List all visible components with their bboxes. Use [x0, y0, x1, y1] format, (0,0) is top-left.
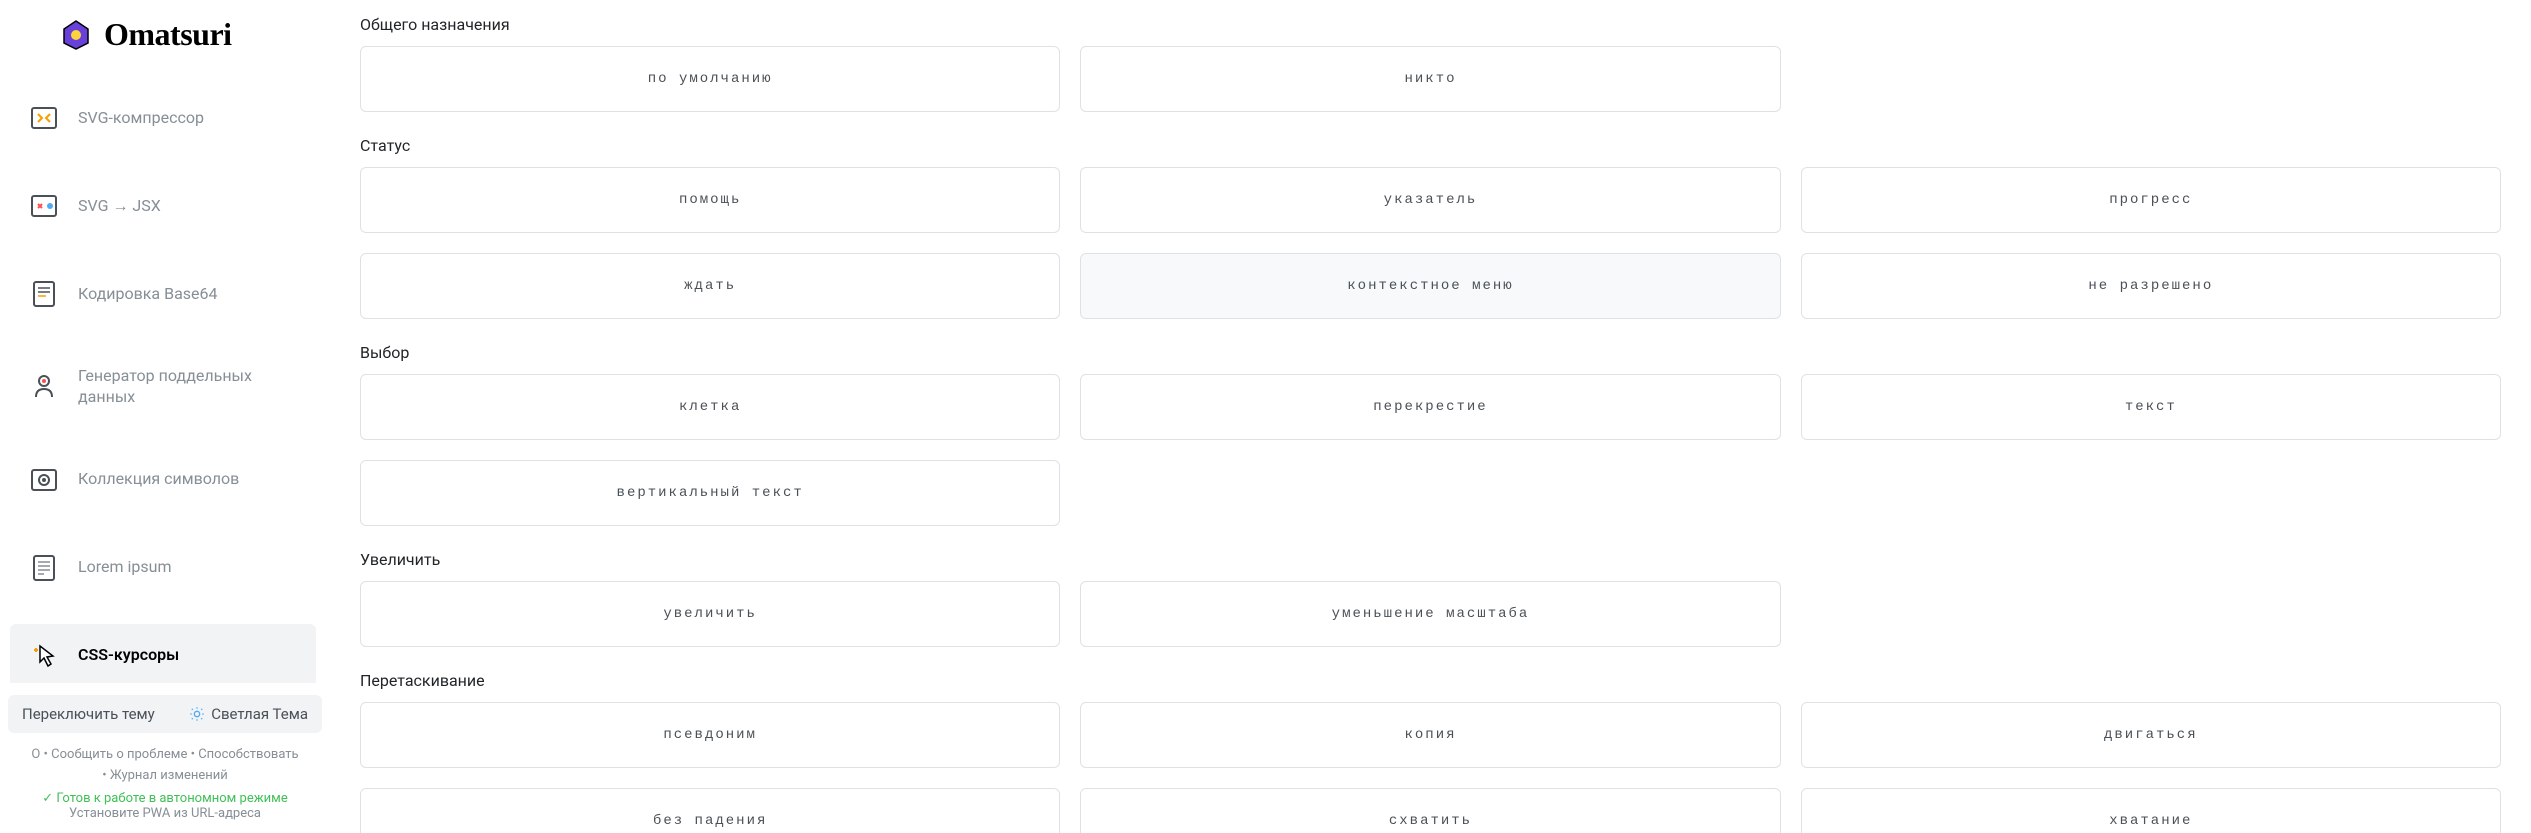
theme-button[interactable]: Светлая Тема [189, 705, 308, 723]
nav-fake-data[interactable]: Генератор поддельных данных [10, 350, 316, 424]
cursor-tile-zoom-in[interactable]: увеличить [360, 581, 1060, 647]
cursor-tile-none[interactable]: никто [1080, 46, 1780, 112]
nav-lorem[interactable]: Lorem ipsum [10, 536, 316, 600]
lorem-icon [28, 552, 60, 584]
nav-label: CSS-курсоры [78, 645, 179, 666]
nav-label: SVG → JSX [78, 196, 161, 217]
cursor-tile-zoom-out[interactable]: уменьшение масштаба [1080, 581, 1780, 647]
nav-label: SVG-компрессор [78, 108, 204, 129]
cursor-tile-move[interactable]: двигаться [1801, 702, 2501, 768]
about-link[interactable]: О [31, 747, 40, 762]
navigation: SVG-компрессор SVG → JSX Кодировка Base6… [0, 61, 326, 683]
nav-svg-jsx[interactable]: SVG → JSX [10, 174, 316, 238]
sun-icon [189, 706, 205, 722]
nav-base64[interactable]: Кодировка Base64 [10, 262, 316, 326]
section-selection: Выбор клетка перекрестие текст вертикаль… [360, 343, 2501, 526]
changelog-link[interactable]: Журнал изменений [110, 768, 228, 783]
nav-label: Генератор поддельных данных [78, 366, 298, 408]
section-status: Статус помощь указатель прогресс ждать к… [360, 136, 2501, 319]
contribute-link[interactable]: Способствовать [198, 747, 298, 762]
cursor-tile-grab[interactable]: схватить [1080, 788, 1780, 833]
theme-toggle[interactable]: Переключить тему Светлая Тема [8, 695, 322, 733]
cursor-tile-default[interactable]: по умолчанию [360, 46, 1060, 112]
cursor-tile-cell[interactable]: клетка [360, 374, 1060, 440]
cursor-tile-copy[interactable]: копия [1080, 702, 1780, 768]
cursor-tile-not-allowed[interactable]: не разрешено [1801, 253, 2501, 319]
logo[interactable]: Omatsuri [0, 8, 330, 61]
section-title: Общего назначения [360, 15, 2501, 34]
nav-label: Lorem ipsum [78, 557, 171, 578]
cursor-tile-context-menu[interactable]: контекстное меню [1080, 253, 1780, 319]
sidebar: Omatsuri SVG-компрессор SVG → JSX Кодиро… [0, 0, 330, 833]
nav-label: Кодировка Base64 [78, 284, 218, 305]
symbols-icon [28, 464, 60, 496]
cursor-tile-no-drop[interactable]: без падения [360, 788, 1060, 833]
sidebar-footer: Переключить тему Светлая Тема О • Сообщи… [0, 683, 330, 833]
section-general: Общего назначения по умолчанию никто [360, 15, 2501, 112]
fake-data-icon [28, 371, 60, 403]
cursor-tile-vertical-text[interactable]: вертикальный текст [360, 460, 1060, 526]
nav-css-cursors[interactable]: CSS-курсоры [10, 624, 316, 684]
cursor-tile-wait[interactable]: ждать [360, 253, 1060, 319]
cursor-tile-pointer[interactable]: указатель [1080, 167, 1780, 233]
logo-icon [60, 19, 92, 51]
section-zoom: Увеличить увеличить уменьшение масштаба [360, 550, 2501, 647]
cursor-tile-alias[interactable]: псевдоним [360, 702, 1060, 768]
cursor-tile-grabbing[interactable]: хватание [1801, 788, 2501, 833]
cursor-tile-crosshair[interactable]: перекрестие [1080, 374, 1780, 440]
cursor-tile-help[interactable]: помощь [360, 167, 1060, 233]
report-link[interactable]: Сообщить о проблеме [51, 747, 187, 762]
cursor-tile-progress[interactable]: прогресс [1801, 167, 2501, 233]
cursor-icon [28, 640, 60, 672]
section-drag: Перетаскивание псевдоним копия двигаться… [360, 671, 2501, 833]
offline-status: ✓ Готов к работе в автономном режиме [8, 791, 322, 806]
theme-label: Переключить тему [22, 705, 155, 723]
nav-svg-compressor[interactable]: SVG-компрессор [10, 86, 316, 150]
section-title: Увеличить [360, 550, 2501, 569]
main-content: Общего назначения по умолчанию никто Ста… [330, 0, 2531, 833]
footer-links: О • Сообщить о проблеме • Способствовать… [8, 745, 322, 787]
svg-compress-icon [28, 102, 60, 134]
nav-label: Коллекция символов [78, 469, 239, 490]
section-title: Выбор [360, 343, 2501, 362]
section-title: Статус [360, 136, 2501, 155]
pwa-hint: Установите PWA из URL-адреса [8, 806, 322, 821]
nav-symbols[interactable]: Коллекция символов [10, 448, 316, 512]
base64-icon [28, 278, 60, 310]
logo-text: Omatsuri [104, 16, 232, 53]
cursor-tile-text[interactable]: текст [1801, 374, 2501, 440]
svg-jsx-icon [28, 190, 60, 222]
section-title: Перетаскивание [360, 671, 2501, 690]
